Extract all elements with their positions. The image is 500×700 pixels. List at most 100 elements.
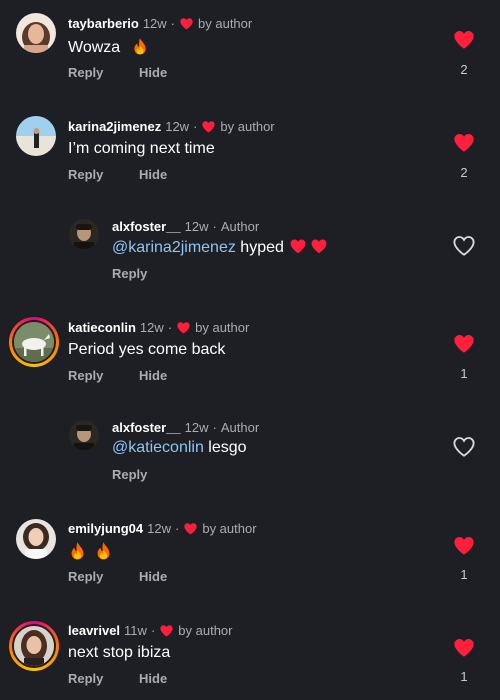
avatar-story-ring[interactable] xyxy=(9,621,59,671)
username[interactable]: leavrivel xyxy=(68,623,120,638)
timestamp: 12w xyxy=(184,420,209,435)
like-heart-icon[interactable] xyxy=(452,637,476,659)
author-badge: Author xyxy=(220,420,260,435)
like-count: 2 xyxy=(460,165,468,180)
timestamp: 12w xyxy=(142,16,167,31)
separator: · xyxy=(170,16,176,31)
like-heart-icon[interactable] xyxy=(452,333,476,355)
separator: · xyxy=(150,623,156,638)
comment-body: next stop ibiza xyxy=(68,644,171,661)
fire-emoji-icon xyxy=(98,542,110,560)
hide-button[interactable]: Hide xyxy=(139,671,167,686)
comment-meta: leavrivel 11w · by author xyxy=(68,623,232,638)
comment-meta: taybarberio 12w · by author xyxy=(68,16,252,31)
avatar[interactable] xyxy=(16,519,56,559)
comment-body: Period yes come back xyxy=(68,341,226,358)
username[interactable]: katieconlin xyxy=(68,320,136,335)
avatar[interactable] xyxy=(16,13,56,53)
comment-text: @katieconlin lesgo xyxy=(112,439,247,457)
username[interactable]: karina2jimenez xyxy=(68,119,161,134)
liked-by-author-badge: by author xyxy=(202,521,257,536)
reply-item: alxfoster__ 12w · Author @karina2jimenez… xyxy=(0,205,500,305)
username[interactable]: alxfoster__ xyxy=(112,420,181,435)
hide-button[interactable]: Hide xyxy=(139,65,167,80)
reply-item: alxfoster__ 12w · Author @katieconlin le… xyxy=(0,405,500,505)
timestamp: 12w xyxy=(147,521,171,536)
separator: · xyxy=(212,420,217,435)
reply-button[interactable]: Reply xyxy=(68,671,103,686)
comment-meta: alxfoster__ 12w · Author xyxy=(112,219,259,234)
comment-actions: Reply Hide xyxy=(68,569,199,584)
author-heart-icon xyxy=(160,624,173,637)
like-heart-outline-icon[interactable] xyxy=(452,235,476,257)
hide-button[interactable]: Hide xyxy=(139,167,167,182)
reply-button[interactable]: Reply xyxy=(68,368,103,383)
fire-emoji-icon xyxy=(71,542,84,560)
mention-link[interactable]: @karina2jimenez xyxy=(112,239,236,256)
like-heart-icon[interactable] xyxy=(452,29,476,51)
username[interactable]: alxfoster__ xyxy=(112,219,181,234)
avatar[interactable] xyxy=(69,420,99,450)
reply-button[interactable]: Reply xyxy=(68,167,103,182)
like-count: 1 xyxy=(460,567,468,582)
comment-text: I’m coming next time xyxy=(68,140,215,158)
avatar-story-ring[interactable] xyxy=(9,317,59,367)
comment-text: @karina2jimenez hyped xyxy=(112,238,328,257)
avatar[interactable] xyxy=(16,116,56,156)
comment-actions: Reply xyxy=(112,467,179,482)
liked-by-author-badge: by author xyxy=(198,16,253,31)
like-count: 1 xyxy=(460,669,468,684)
comment-item: katieconlin 12w · by author Period yes c… xyxy=(0,305,500,405)
comment-body: I’m coming next time xyxy=(68,140,215,157)
comment-item: taybarberio 12w · by author Wowza Reply … xyxy=(0,0,500,100)
comment-body: lesgo xyxy=(203,439,247,456)
avatar[interactable] xyxy=(69,219,99,249)
timestamp: 11w xyxy=(124,623,147,638)
like-count: 1 xyxy=(460,366,468,381)
reply-button[interactable]: Reply xyxy=(68,569,103,584)
red-heart-emoji-icon xyxy=(290,239,306,254)
comment-actions: Reply Hide xyxy=(68,671,199,686)
avatar xyxy=(12,624,56,668)
like-heart-icon[interactable] xyxy=(452,132,476,154)
author-badge: Author xyxy=(220,219,260,234)
comment-text: Period yes come back xyxy=(68,341,225,359)
timestamp: 12w xyxy=(165,119,190,134)
separator: · xyxy=(175,521,180,536)
comment-actions: Reply Hide xyxy=(68,167,199,182)
like-heart-icon[interactable] xyxy=(452,535,476,557)
comment-item: leavrivel 11w · by author next stop ibiz… xyxy=(0,609,500,700)
author-heart-icon xyxy=(184,522,197,535)
comment-item: emilyjung04 12w · by author Reply Hide 1 xyxy=(0,507,500,607)
comment-item: karina2jimenez 12w · by author I’m comin… xyxy=(0,103,500,203)
hide-button[interactable]: Hide xyxy=(139,368,167,383)
comment-meta: alxfoster__ 12w · Author xyxy=(112,420,259,435)
timestamp: 12w xyxy=(184,219,209,234)
comment-meta: emilyjung04 12w · by author xyxy=(68,521,257,536)
comment-text: Wowza xyxy=(68,37,149,57)
hide-button[interactable]: Hide xyxy=(139,569,167,584)
reply-button[interactable]: Reply xyxy=(112,467,147,482)
avatar xyxy=(12,320,56,364)
liked-by-author-badge: by author xyxy=(178,623,233,638)
separator: · xyxy=(212,219,217,234)
timestamp: 12w xyxy=(139,320,164,335)
author-heart-icon xyxy=(202,120,216,133)
liked-by-author-badge: by author xyxy=(195,320,250,335)
comment-body: Wowza xyxy=(68,39,121,56)
username[interactable]: emilyjung04 xyxy=(68,521,143,536)
comment-text xyxy=(68,541,113,562)
mention-link[interactable]: @katieconlin xyxy=(112,439,204,456)
reply-button[interactable]: Reply xyxy=(68,65,103,80)
like-heart-outline-icon[interactable] xyxy=(452,436,476,458)
author-heart-icon xyxy=(177,321,190,334)
comment-body: hyped xyxy=(235,239,284,256)
reply-button[interactable]: Reply xyxy=(112,266,147,281)
red-heart-emoji-icon xyxy=(311,239,327,254)
fire-emoji-icon xyxy=(134,38,146,55)
author-heart-icon xyxy=(180,17,193,30)
username[interactable]: taybarberio xyxy=(68,16,139,31)
comment-actions: Reply xyxy=(112,266,179,281)
separator: · xyxy=(167,320,173,335)
comment-actions: Reply Hide xyxy=(68,368,199,383)
